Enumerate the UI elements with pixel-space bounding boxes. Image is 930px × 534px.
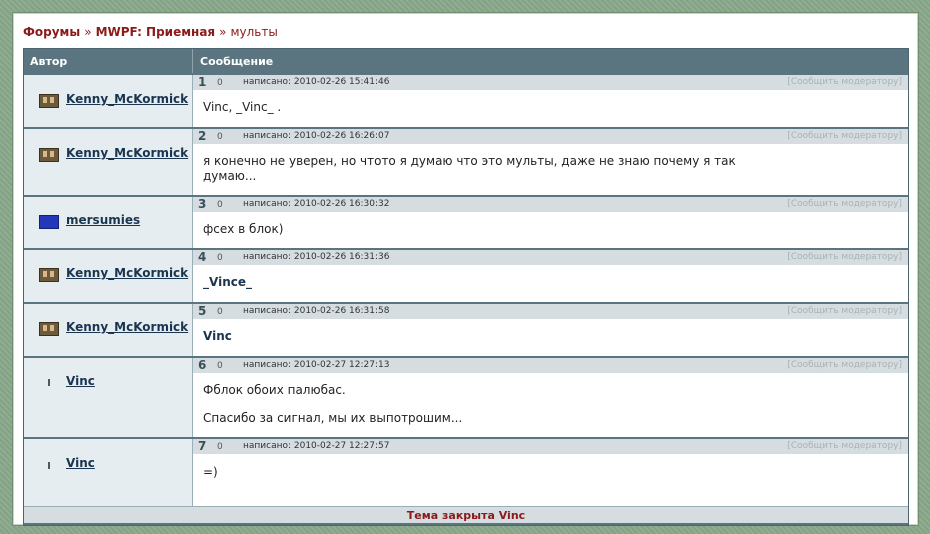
post-text: думаю... — [203, 169, 257, 183]
post-timestamp: написано: 2010-02-26 16:31:58 — [243, 306, 390, 316]
post-timestamp: написано: 2010-02-27 12:27:13 — [243, 360, 390, 370]
post-text: Vinc — [203, 329, 232, 343]
post-number[interactable]: 4 — [198, 250, 206, 264]
post-row: Vinc 7 0 написано: 2010-02-27 12:27:57 [… — [24, 437, 908, 508]
report-moderator-link[interactable]: [Сообщить модератору] — [787, 252, 902, 262]
author-cell: Kenny_McKormick — [24, 75, 193, 127]
post-text: я конечно не уверен, но чтото я думаю чт… — [203, 154, 736, 168]
post-number[interactable]: 1 — [198, 75, 206, 89]
post-timestamp: написано: 2010-02-26 16:26:07 — [243, 131, 390, 141]
message-column-header: Сообщение — [200, 55, 274, 68]
author-link[interactable]: Kenny_McKormick — [66, 146, 188, 160]
author-link[interactable]: Kenny_McKormick — [66, 266, 188, 280]
post-karma: 0 — [217, 361, 223, 371]
author-cell: Vinc — [24, 439, 193, 508]
post-body: =) — [193, 454, 908, 508]
breadcrumb: Форумы» MWPF: Приемная» мульты — [23, 25, 278, 39]
post-timestamp: написано: 2010-02-26 16:31:36 — [243, 252, 390, 262]
breadcrumb-forums-link[interactable]: Форумы — [23, 25, 80, 39]
topic-closed-notice: Тема закрыта Vinc — [24, 506, 908, 524]
author-link[interactable]: Vinc — [66, 374, 95, 388]
post-timestamp: написано: 2010-02-27 12:27:57 — [243, 441, 390, 451]
breadcrumb-separator: » — [219, 25, 227, 39]
report-moderator-link[interactable]: [Сообщить модератору] — [787, 199, 902, 209]
author-cell: Vinc — [24, 358, 193, 437]
post-header: 2 0 написано: 2010-02-26 16:26:07 [Сообщ… — [193, 129, 908, 144]
post-body: Фблок обоих палюбас. Спасибо за сигнал, … — [193, 373, 908, 437]
post-header: 1 0 написано: 2010-02-26 15:41:46 [Сообщ… — [193, 75, 908, 90]
posts-table: Автор Сообщение Kenny_McKormick 1 0 напи… — [23, 48, 909, 526]
face-avatar-icon — [39, 322, 59, 336]
post-number[interactable]: 7 — [198, 439, 206, 453]
post-timestamp: написано: 2010-02-26 16:30:32 — [243, 199, 390, 209]
post-header: 4 0 написано: 2010-02-26 16:31:36 [Сообщ… — [193, 250, 908, 265]
post-text: Фблок обоих палюбас. — [203, 383, 346, 397]
post-body: я конечно не уверен, но чтото я думаю чт… — [193, 144, 908, 195]
author-cell: Kenny_McKormick — [24, 250, 193, 302]
post-row: Vinc 6 0 написано: 2010-02-27 12:27:13 [… — [24, 356, 908, 437]
post-text: фсех в блок) — [203, 222, 284, 236]
post-header: 7 0 написано: 2010-02-27 12:27:57 [Сообщ… — [193, 439, 908, 454]
author-link[interactable]: mersumies — [66, 213, 140, 227]
post-number[interactable]: 2 — [198, 129, 206, 143]
post-header: 3 0 написано: 2010-02-26 16:30:32 [Сообщ… — [193, 197, 908, 212]
post-number[interactable]: 6 — [198, 358, 206, 372]
post-body: _Vince_ — [193, 265, 908, 302]
author-link[interactable]: Kenny_McKormick — [66, 92, 188, 106]
post-body: фсех в блок) — [193, 212, 908, 248]
post-row: Kenny_McKormick 4 0 написано: 2010-02-26… — [24, 248, 908, 302]
author-cell: mersumies — [24, 197, 193, 248]
post-row: Kenny_McKormick 1 0 написано: 2010-02-26… — [24, 73, 908, 127]
table-header: Автор Сообщение — [24, 49, 908, 73]
post-timestamp: написано: 2010-02-26 15:41:46 — [243, 77, 390, 87]
post-body: Vinc, _Vinc_ . — [193, 90, 908, 127]
post-text: Спасибо за сигнал, мы их выпотрошим... — [203, 411, 463, 425]
default-avatar-icon — [48, 462, 50, 469]
post-header: 5 0 написано: 2010-02-26 16:31:58 [Сообщ… — [193, 304, 908, 319]
post-karma: 0 — [217, 78, 223, 88]
post-karma: 0 — [217, 253, 223, 263]
face-avatar-icon — [39, 148, 59, 162]
post-text: =) — [203, 465, 218, 479]
post-body: Vinc — [193, 319, 908, 356]
breadcrumb-separator: » — [84, 25, 92, 39]
post-text: Vinc, _Vinc_ . — [203, 100, 282, 114]
default-avatar-icon — [48, 379, 50, 386]
report-moderator-link[interactable]: [Сообщить модератору] — [787, 131, 902, 141]
header-divider — [192, 49, 193, 73]
post-karma: 0 — [217, 132, 223, 142]
author-cell: Kenny_McKormick — [24, 129, 193, 195]
author-link[interactable]: Kenny_McKormick — [66, 320, 188, 334]
post-number[interactable]: 5 — [198, 304, 206, 318]
report-moderator-link[interactable]: [Сообщить модератору] — [787, 441, 902, 451]
post-header: 6 0 написано: 2010-02-27 12:27:13 [Сообщ… — [193, 358, 908, 373]
report-moderator-link[interactable]: [Сообщить модератору] — [787, 77, 902, 87]
post-text: _Vince_ — [203, 275, 252, 289]
post-number[interactable]: 3 — [198, 197, 206, 211]
post-row: mersumies 3 0 написано: 2010-02-26 16:30… — [24, 195, 908, 248]
post-karma: 0 — [217, 307, 223, 317]
face-avatar-icon — [39, 268, 59, 282]
forum-panel: Форумы» MWPF: Приемная» мульты Автор Сообщ… — [13, 13, 918, 526]
flag-avatar-icon — [39, 215, 59, 229]
post-row: Kenny_McKormick 2 0 написано: 2010-02-26… — [24, 127, 908, 195]
table-bottom-border — [24, 523, 908, 525]
author-column-header: Автор — [30, 55, 68, 68]
post-row: Kenny_McKormick 5 0 написано: 2010-02-26… — [24, 302, 908, 356]
post-karma: 0 — [217, 442, 223, 452]
author-link[interactable]: Vinc — [66, 456, 95, 470]
report-moderator-link[interactable]: [Сообщить модератору] — [787, 360, 902, 370]
report-moderator-link[interactable]: [Сообщить модератору] — [787, 306, 902, 316]
breadcrumb-current-topic: мульты — [230, 25, 278, 39]
face-avatar-icon — [39, 94, 59, 108]
author-cell: Kenny_McKormick — [24, 304, 193, 356]
post-karma: 0 — [217, 200, 223, 210]
breadcrumb-section-link[interactable]: MWPF: Приемная — [96, 25, 216, 39]
